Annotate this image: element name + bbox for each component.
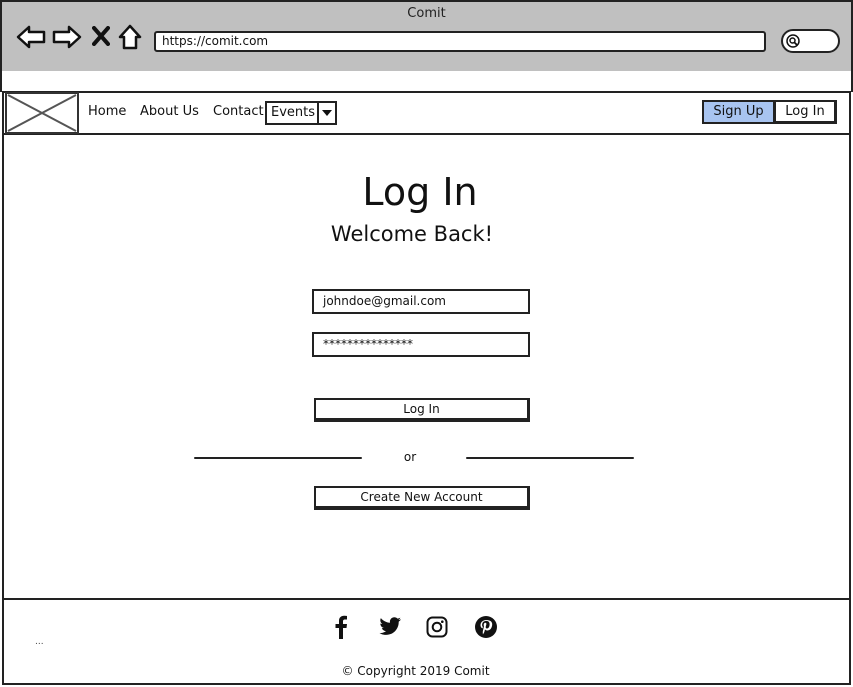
create-account-button[interactable]: Create New Account [314,486,530,510]
back-arrow-icon[interactable] [16,24,46,50]
log-in-nav-button[interactable]: Log In [774,100,837,124]
divider-left [194,457,362,459]
instagram-icon[interactable] [424,614,450,640]
caret-down-icon[interactable] [317,103,335,123]
welcome-subtitle: Welcome Back! [330,222,494,246]
email-field[interactable]: johndoe@gmail.com [312,289,530,314]
home-icon[interactable] [117,23,143,51]
close-x-icon[interactable] [92,26,110,46]
events-dropdown[interactable]: Events [265,101,337,125]
nav-link-contact[interactable]: Contact [213,104,264,119]
search-icon [786,34,802,54]
browser-search-button[interactable] [781,29,840,53]
twitter-icon[interactable] [377,614,403,640]
sign-up-button[interactable]: Sign Up [702,100,775,124]
password-field[interactable]: *************** [312,332,530,357]
image-placeholder-icon[interactable] [5,92,79,134]
nav-link-home[interactable]: Home [88,104,126,119]
events-dropdown-label: Events [271,105,316,120]
facebook-icon[interactable] [328,614,354,640]
footer-ellipsis: ... [35,637,44,647]
divider-right [466,457,634,459]
forward-arrow-icon[interactable] [52,24,82,50]
window-title: Comit [407,6,446,21]
browser-toolbar-gap [0,71,853,92]
url-bar[interactable]: https://comit.com [154,31,766,52]
log-in-button[interactable]: Log In [314,398,530,422]
pinterest-icon[interactable] [473,614,499,640]
nav-link-about-us[interactable]: About Us [140,104,199,119]
copyright-text: © Copyright 2019 Comit [341,664,490,678]
or-separator: or [403,450,417,464]
page-title: Log In [362,170,478,214]
